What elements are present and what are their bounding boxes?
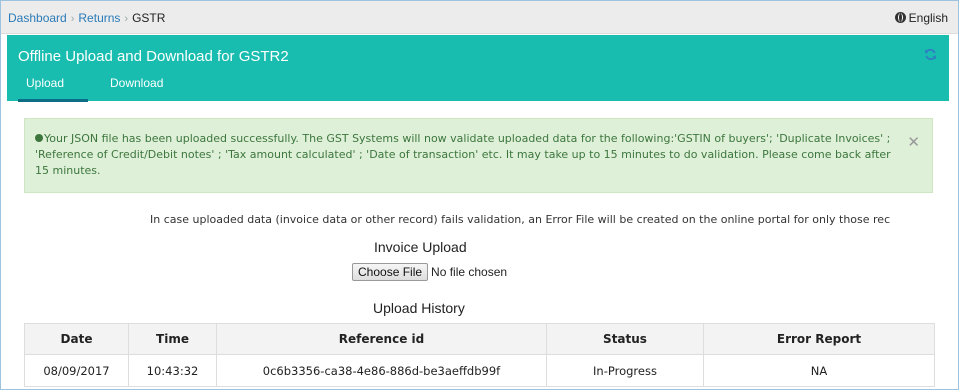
page-title: Offline Upload and Download for GSTR2 [18,48,289,65]
check-circle-icon [35,134,43,142]
alert-message: Your JSON file has been uploaded success… [35,132,891,177]
alert-message-container: Your JSON file has been uploaded success… [35,131,893,179]
cell-time: 10:43:32 [128,354,217,387]
validation-info-text: In case uploaded data (invoice data or o… [150,213,891,226]
table-row: 08/09/2017 10:43:32 0c6b3356-ca38-4e86-8… [24,354,935,387]
close-icon[interactable]: ✕ [907,133,920,151]
breadcrumb: Dashboard › Returns › GSTR [8,11,165,25]
language-selector[interactable]: English [894,11,948,25]
top-bar: Dashboard › Returns › GSTR English [1,1,958,34]
cell-date: 08/09/2017 [24,354,129,387]
column-header-status: Status [546,323,704,355]
cell-error-report: NA [703,354,935,387]
file-status: No file chosen [431,265,508,279]
column-header-time: Time [128,323,217,355]
column-header-date: Date [24,323,129,355]
column-header-reference-id: Reference id [216,323,547,355]
breadcrumb-returns[interactable]: Returns [78,11,120,25]
language-label: English [908,11,948,25]
tab-download[interactable]: Download [110,76,163,90]
cell-status: In-Progress [546,354,704,387]
refresh-icon[interactable] [924,48,937,61]
breadcrumb-dashboard[interactable]: Dashboard [8,11,67,25]
page-header: Offline Upload and Download for GSTR2 Up… [7,35,949,102]
upload-history-table: Date Time Reference id Status Error Repo… [24,323,935,387]
cell-reference-id: 0c6b3356-ca38-4e86-886d-be3aeffdb99f [216,354,547,387]
globe-icon [894,12,906,23]
file-input: Choose File No file chosen [352,263,507,281]
invoice-upload-title: Invoice Upload [374,239,467,255]
breadcrumb-current: GSTR [132,11,166,25]
chevron-right-icon: › [70,13,75,25]
chevron-right-icon: › [124,13,129,25]
column-header-error-report: Error Report [703,323,935,355]
tab-upload[interactable]: Upload [18,76,88,102]
upload-history-title: Upload History [373,300,465,316]
success-alert: Your JSON file has been uploaded success… [24,118,933,193]
table-header-row: Date Time Reference id Status Error Repo… [24,323,935,355]
choose-file-button[interactable]: Choose File [352,263,429,281]
